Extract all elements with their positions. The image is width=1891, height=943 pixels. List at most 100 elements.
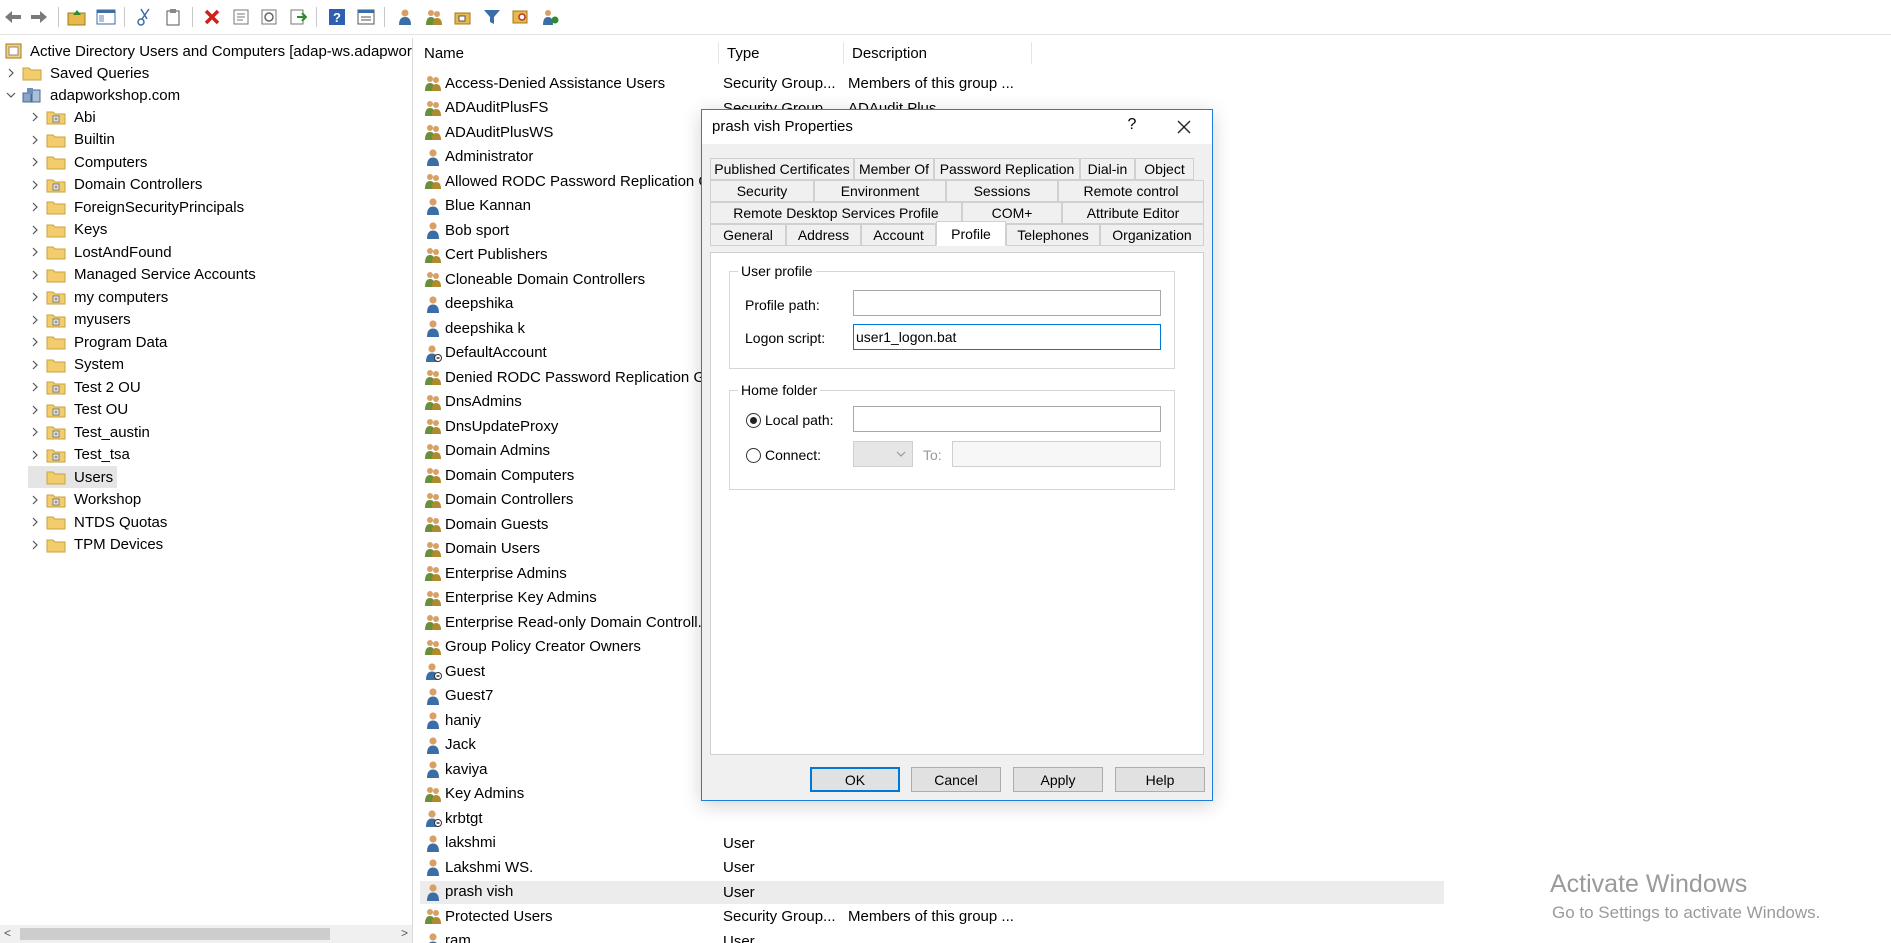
- connect-to-input[interactable]: [952, 441, 1161, 467]
- chevron-right-icon[interactable]: [4, 66, 18, 80]
- profile-path-input[interactable]: [853, 290, 1161, 316]
- tree-item-computers[interactable]: Computers: [28, 151, 151, 173]
- list-row[interactable]: lakshmi User: [420, 832, 1444, 855]
- list-row[interactable]: prash vish User: [420, 880, 1444, 904]
- local-path-radio[interactable]: [746, 413, 761, 428]
- chevron-right-icon[interactable]: [28, 313, 42, 327]
- up-folder-icon[interactable]: [66, 6, 88, 28]
- tab-password-replication[interactable]: Password Replication: [934, 158, 1080, 180]
- tree-item-program-data[interactable]: Program Data: [28, 331, 171, 353]
- cancel-button[interactable]: Cancel: [911, 767, 1001, 792]
- local-path-input[interactable]: [853, 406, 1161, 432]
- new-user-icon[interactable]: [394, 6, 416, 28]
- tree-item-saved-queries[interactable]: Saved Queries: [4, 62, 153, 84]
- tree-item-test-austin[interactable]: Test_austin: [28, 421, 154, 443]
- list-row[interactable]: Lakshmi WS. User: [420, 856, 1444, 879]
- chevron-right-icon[interactable]: [28, 290, 42, 304]
- properties-icon[interactable]: [230, 6, 252, 28]
- delegate-icon[interactable]: [539, 6, 561, 28]
- tab-address[interactable]: Address: [786, 224, 861, 246]
- find-icon[interactable]: [510, 6, 532, 28]
- connect-radio[interactable]: [746, 448, 761, 463]
- tab-attribute-editor[interactable]: Attribute Editor: [1062, 202, 1204, 224]
- chevron-right-icon[interactable]: [28, 515, 42, 529]
- chevron-right-icon[interactable]: [28, 223, 42, 237]
- chevron-right-icon[interactable]: [28, 335, 42, 349]
- list-row[interactable]: krbtgt: [420, 807, 1444, 830]
- help-button-footer[interactable]: Help: [1115, 767, 1205, 792]
- refresh-icon[interactable]: [258, 6, 280, 28]
- column-header-name[interactable]: Name: [416, 42, 719, 64]
- tree-item-domain-controllers[interactable]: Domain Controllers: [28, 174, 206, 196]
- tab-profile[interactable]: Profile: [936, 221, 1006, 246]
- tab-sessions[interactable]: Sessions: [946, 180, 1058, 202]
- tab-published-certificates[interactable]: Published Certificates: [710, 158, 854, 180]
- tab-organization[interactable]: Organization: [1100, 224, 1204, 246]
- tree-item-my-computers[interactable]: my computers: [28, 286, 172, 308]
- drive-letter-select[interactable]: [853, 441, 913, 467]
- help-icon[interactable]: ?: [326, 6, 348, 28]
- cut-icon[interactable]: [134, 6, 156, 28]
- filter-icon[interactable]: [481, 6, 503, 28]
- chevron-right-icon[interactable]: [28, 380, 42, 394]
- chevron-right-icon[interactable]: [28, 448, 42, 462]
- tree-item-test-2-ou[interactable]: Test 2 OU: [28, 376, 145, 398]
- forward-icon[interactable]: [28, 6, 50, 28]
- tree-item-users[interactable]: Users: [28, 466, 118, 488]
- dialog-titlebar[interactable]: prash vish Properties ?: [702, 110, 1212, 144]
- new-group-icon[interactable]: [423, 6, 445, 28]
- chevron-right-icon[interactable]: [28, 200, 42, 214]
- ok-button[interactable]: OK: [810, 767, 900, 792]
- new-ou-icon[interactable]: [452, 6, 474, 28]
- list-row[interactable]: Access-Denied Assistance Users Security G…: [420, 72, 1444, 95]
- tree-item-system[interactable]: System: [28, 354, 128, 376]
- tree-item-keys[interactable]: Keys: [28, 219, 111, 241]
- tree-item-test-ou[interactable]: Test OU: [28, 399, 132, 421]
- list-row[interactable]: ram User: [420, 930, 1444, 943]
- scrollbar-thumb[interactable]: [20, 928, 330, 940]
- chevron-right-icon[interactable]: [28, 403, 42, 417]
- tree-horizontal-scrollbar[interactable]: < >: [0, 925, 412, 943]
- show-hide-console-tree-icon[interactable]: [95, 6, 117, 28]
- tree-item-domain[interactable]: adapworkshop.com: [4, 84, 184, 106]
- apply-button[interactable]: Apply: [1013, 767, 1103, 792]
- chevron-right-icon[interactable]: [28, 110, 42, 124]
- delete-icon[interactable]: [201, 6, 223, 28]
- paste-icon[interactable]: [162, 6, 184, 28]
- tree-item-lostandfound[interactable]: LostAndFound: [28, 241, 176, 263]
- chevron-right-icon[interactable]: [28, 268, 42, 282]
- chevron-right-icon[interactable]: [28, 178, 42, 192]
- close-icon[interactable]: [1172, 115, 1196, 139]
- tab-environment[interactable]: Environment: [814, 180, 946, 202]
- list-row[interactable]: Protected Users Security Group... Members …: [420, 905, 1444, 928]
- tree-item-tpm-devices[interactable]: TPM Devices: [28, 534, 167, 556]
- tree-item-myusers[interactable]: myusers: [28, 309, 135, 331]
- export-list-icon[interactable]: [287, 6, 309, 28]
- tree-item-ntds-quotas[interactable]: NTDS Quotas: [28, 511, 171, 533]
- tab-telephones[interactable]: Telephones: [1006, 224, 1100, 246]
- chevron-right-icon[interactable]: [28, 133, 42, 147]
- tree-item-managed-service-accounts[interactable]: Managed Service Accounts: [28, 264, 260, 286]
- tree-root[interactable]: Active Directory Users and Computers [ad…: [4, 40, 412, 62]
- chevron-right-icon[interactable]: [28, 425, 42, 439]
- tree-item-abi[interactable]: Abi: [28, 106, 100, 128]
- chevron-down-icon[interactable]: [4, 88, 18, 102]
- tab-general[interactable]: General: [710, 224, 786, 246]
- tree-item-test-tsa[interactable]: Test_tsa: [28, 444, 134, 466]
- column-header-type[interactable]: Type: [719, 42, 844, 64]
- back-icon[interactable]: [2, 6, 24, 28]
- logon-script-input[interactable]: [853, 324, 1161, 350]
- tab-remote-control[interactable]: Remote control: [1058, 180, 1204, 202]
- tab-member-of[interactable]: Member Of: [854, 158, 934, 180]
- chevron-right-icon[interactable]: [28, 493, 42, 507]
- tree-item-workshop[interactable]: Workshop: [28, 489, 145, 511]
- scroll-right-icon[interactable]: >: [401, 926, 408, 940]
- view-icon[interactable]: [355, 6, 377, 28]
- tab-remote-desktop-services-profile[interactable]: Remote Desktop Services Profile: [710, 202, 962, 224]
- scroll-left-icon[interactable]: <: [4, 926, 11, 940]
- tab-object[interactable]: Object: [1135, 158, 1194, 180]
- chevron-right-icon[interactable]: [28, 245, 42, 259]
- chevron-right-icon[interactable]: [28, 155, 42, 169]
- tree-item-foreignsecurityprincipals[interactable]: ForeignSecurityPrincipals: [28, 196, 248, 218]
- tree-item-builtin[interactable]: Builtin: [28, 129, 119, 151]
